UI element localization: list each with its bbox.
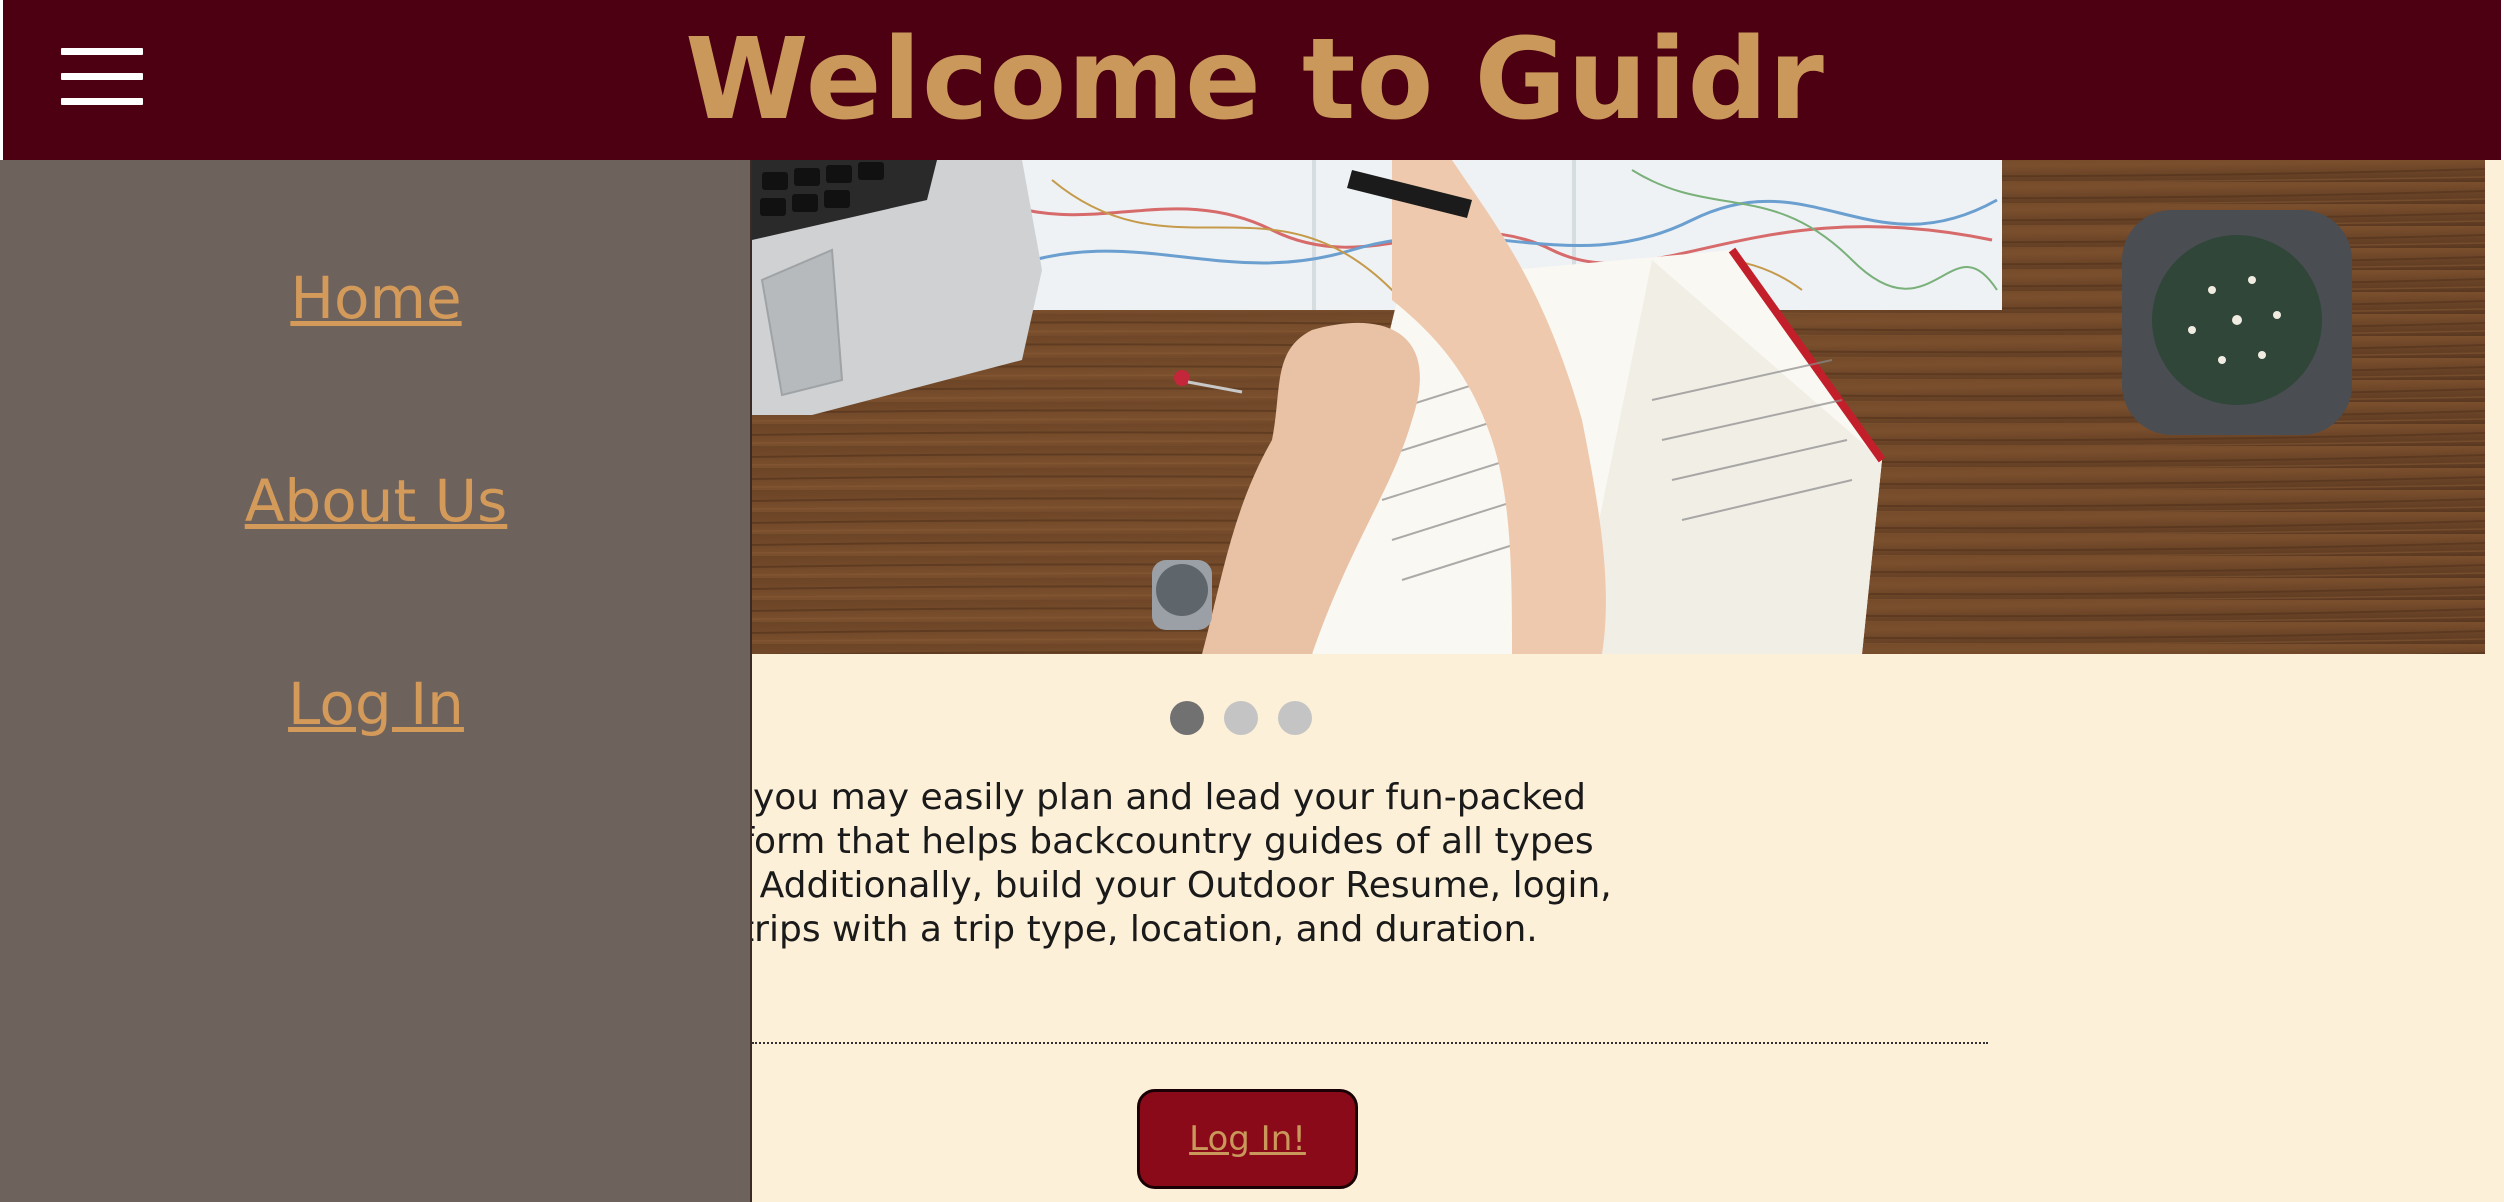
carousel-dot-2[interactable] [1224, 701, 1258, 735]
drawer-link-home[interactable]: Home [0, 264, 752, 332]
login-button[interactable]: Log In! [1137, 1089, 1358, 1189]
drawer-link-about-us[interactable]: About Us [0, 467, 752, 535]
drawer-link-log-in[interactable]: Log In [0, 670, 752, 738]
section-divider [752, 1042, 1988, 1044]
page-title: Welcome to Guidr [685, 15, 1825, 145]
site-header: Welcome to Guidr [0, 0, 2504, 160]
hero-image [752, 160, 2485, 654]
carousel-dots [1170, 701, 1312, 735]
carousel-dot-3[interactable] [1278, 701, 1312, 735]
carousel-dot-1[interactable] [1170, 701, 1204, 735]
side-drawer: Home About Us Log In [0, 160, 752, 1202]
